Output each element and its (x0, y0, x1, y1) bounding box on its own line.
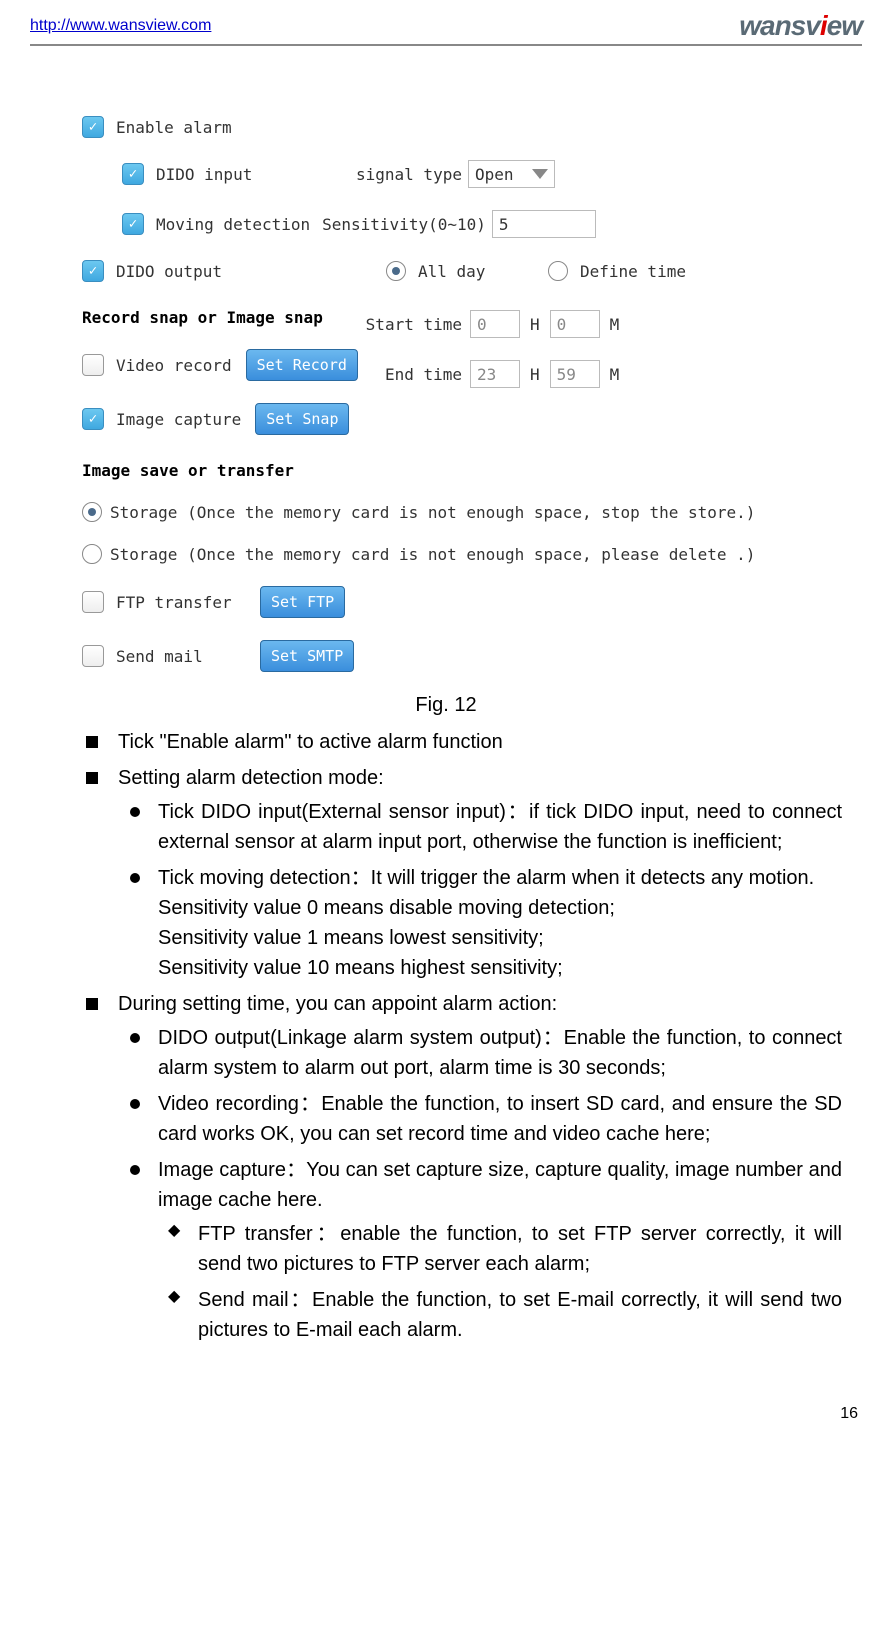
signal-type-select[interactable]: Open (468, 160, 555, 188)
image-capture-label: Image capture (116, 410, 241, 429)
settings-screenshot: Enable alarm DIDO input signal type Open… (82, 116, 822, 672)
bullet-dido-output: DIDO output(Linkage alarm system output)… (118, 1023, 842, 1083)
page-number: 16 (30, 1405, 858, 1423)
header-url-link[interactable]: http://www.wansview.com (30, 17, 211, 35)
image-capture-checkbox[interactable] (82, 408, 104, 430)
moving-detection-checkbox[interactable] (122, 213, 144, 235)
storage-stop-radio[interactable] (82, 502, 102, 522)
figure-caption: Fig. 12 (30, 694, 862, 717)
sensitivity-input[interactable]: 5 (492, 210, 596, 238)
dido-output-checkbox[interactable] (82, 260, 104, 282)
storage-delete-radio[interactable] (82, 544, 102, 564)
bullet-image-capture: Image capture：You can set capture size, … (118, 1155, 842, 1345)
chevron-down-icon (532, 169, 548, 179)
bullet-enable: Tick "Enable alarm" to active alarm func… (78, 727, 842, 757)
all-day-radio[interactable] (386, 261, 406, 281)
image-save-heading: Image save or transfer (82, 461, 822, 480)
signal-type-label: signal type (356, 165, 462, 184)
ftp-transfer-checkbox[interactable] (82, 591, 104, 613)
page-header: http://www.wansview.com wansview (30, 10, 862, 46)
define-time-label: Define time (580, 262, 686, 281)
sensitivity-label: Sensitivity(0~10) (322, 215, 486, 234)
video-record-label: Video record (116, 356, 232, 375)
end-min-input[interactable]: 59 (550, 360, 600, 388)
body-text: Tick "Enable alarm" to active alarm func… (78, 727, 842, 1345)
set-snap-button[interactable]: Set Snap (255, 403, 349, 435)
storage-stop-label: Storage (Once the memory card is not eno… (110, 503, 755, 522)
start-min-input[interactable]: 0 (550, 310, 600, 338)
signal-type-value: Open (475, 165, 514, 184)
start-hour-input[interactable]: 0 (470, 310, 520, 338)
bullet-moving-detect: Tick moving detection：It will trigger th… (118, 863, 842, 983)
all-day-label: All day (418, 262, 548, 281)
bullet-send-mail: Send mail：Enable the function, to set E-… (158, 1285, 842, 1345)
start-time-label: Start time (362, 315, 462, 334)
min-label-2: M (610, 365, 620, 384)
bullet-action: During setting time, you can appoint ala… (78, 989, 842, 1345)
min-label: M (610, 315, 620, 334)
dido-input-checkbox[interactable] (122, 163, 144, 185)
moving-detection-label: Moving detection (156, 215, 310, 234)
dido-input-label: DIDO input (156, 165, 356, 184)
storage-delete-label: Storage (Once the memory card is not eno… (110, 545, 755, 564)
define-time-radio[interactable] (548, 261, 568, 281)
hour-label: H (530, 315, 540, 334)
bullet-mode: Setting alarm detection mode: Tick DIDO … (78, 763, 842, 983)
enable-alarm-label: Enable alarm (116, 118, 232, 137)
send-mail-label: Send mail (116, 647, 246, 666)
set-smtp-button[interactable]: Set SMTP (260, 640, 354, 672)
end-hour-input[interactable]: 23 (470, 360, 520, 388)
end-time-label: End time (362, 365, 462, 384)
video-record-checkbox[interactable] (82, 354, 104, 376)
bullet-dido-input: Tick DIDO input(External sensor input)：i… (118, 797, 842, 857)
dido-output-label: DIDO output (116, 262, 386, 281)
record-snap-heading: Record snap or Image snap (82, 308, 362, 327)
send-mail-checkbox[interactable] (82, 645, 104, 667)
enable-alarm-checkbox[interactable] (82, 116, 104, 138)
bullet-ftp: FTP transfer：enable the function, to set… (158, 1219, 842, 1279)
set-record-button[interactable]: Set Record (246, 349, 358, 381)
bullet-video-recording: Video recording：Enable the function, to … (118, 1089, 842, 1149)
hour-label-2: H (530, 365, 540, 384)
logo: wansview (739, 10, 862, 42)
set-ftp-button[interactable]: Set FTP (260, 586, 345, 618)
ftp-transfer-label: FTP transfer (116, 593, 246, 612)
